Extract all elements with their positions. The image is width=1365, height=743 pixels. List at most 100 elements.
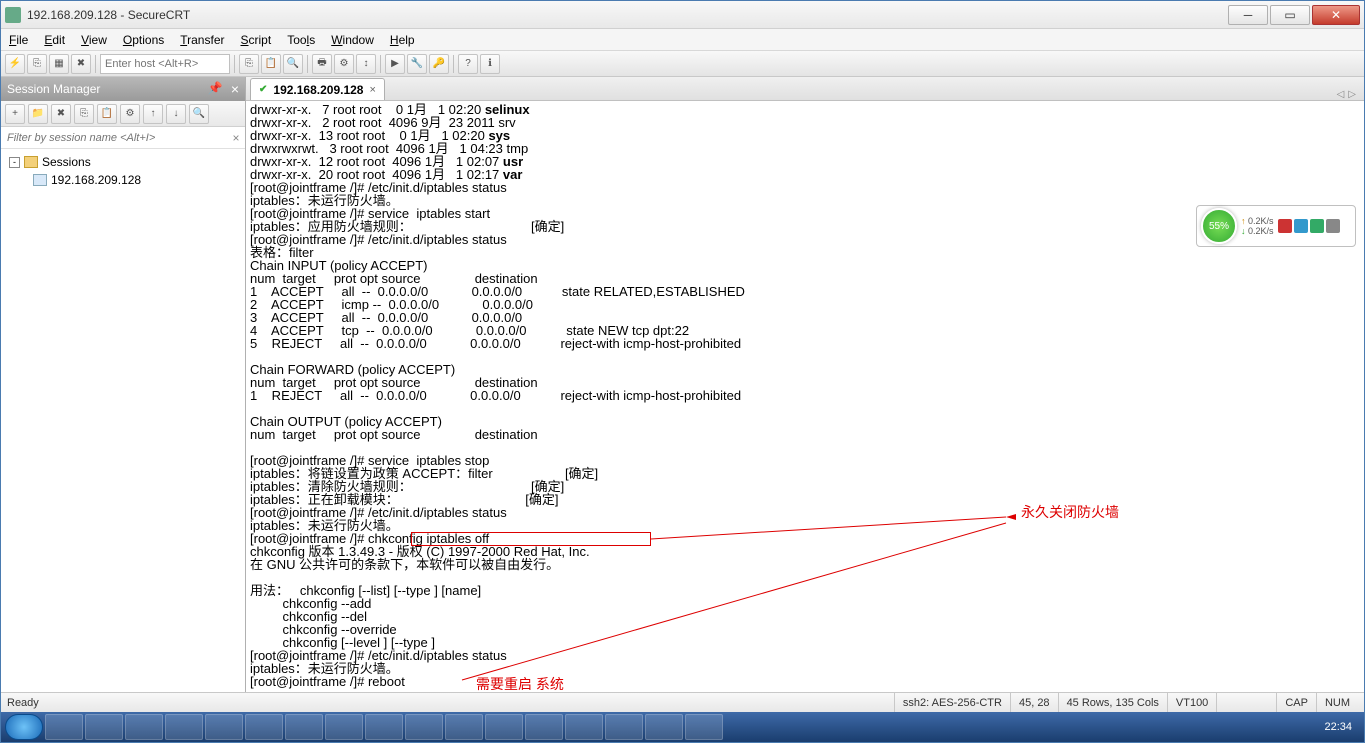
find-session-icon[interactable]: 🔍 — [189, 104, 209, 124]
tree-root[interactable]: - Sessions — [5, 153, 241, 171]
session-filter: × — [1, 127, 245, 149]
toolbar-disconnect-icon[interactable]: ✖ — [71, 54, 91, 74]
body: Session Manager 📌 × + 📁 ✖ ⎘ 📋 ⚙ ↑ ↓ 🔍 × — [1, 77, 1364, 692]
tab-next-icon[interactable]: ▷ — [1348, 89, 1356, 100]
toolbar-transfer-icon[interactable]: ↕ — [356, 54, 376, 74]
panel-close-icon[interactable]: × — [231, 81, 239, 97]
speed-stats: 0.2K/s 0.2K/s — [1241, 216, 1274, 236]
taskbar-app-4[interactable] — [165, 714, 203, 740]
tray-time: 22:34 — [1324, 721, 1352, 733]
filter-input[interactable] — [1, 132, 227, 144]
taskbar-app-16[interactable] — [645, 714, 683, 740]
tab-close-icon[interactable]: × — [369, 84, 375, 96]
widget-red-icon[interactable] — [1278, 219, 1292, 233]
widget-green-icon[interactable] — [1310, 219, 1324, 233]
taskbar-app-5[interactable] — [205, 714, 243, 740]
taskbar-app-10[interactable] — [405, 714, 443, 740]
tab-prev-icon[interactable]: ◁ — [1337, 89, 1345, 100]
menu-file[interactable]: File — [9, 33, 28, 47]
taskbar-app-6[interactable] — [245, 714, 283, 740]
toolbar-connect-icon[interactable]: ⚡ — [5, 54, 25, 74]
minimize-button[interactable]: ─ — [1228, 5, 1268, 25]
widget-gray-icon[interactable] — [1326, 219, 1340, 233]
toolbar-find-icon[interactable]: 🔍 — [283, 54, 303, 74]
session-manager-header: Session Manager 📌 × — [1, 77, 245, 101]
statusbar: Ready ssh2: AES-256-CTR 45, 28 45 Rows, … — [1, 692, 1364, 712]
up-icon[interactable]: ↑ — [143, 104, 163, 124]
widget-icons — [1278, 219, 1340, 233]
new-session-icon[interactable]: + — [5, 104, 25, 124]
toolbar-script-icon[interactable]: ▶ — [385, 54, 405, 74]
terminal-line: 在 GNU 公共许可的条款下，本软件可以被自由发行。 — [250, 558, 1360, 571]
terminal-line: 用法： chkconfig [--list] [--type ] [name] — [250, 584, 1360, 597]
toolbar-quick-icon[interactable]: ⎘ — [27, 54, 47, 74]
clear-filter-icon[interactable]: × — [227, 131, 245, 145]
menu-window[interactable]: Window — [331, 33, 374, 47]
toolbar-help-icon[interactable]: ? — [458, 54, 478, 74]
menu-help[interactable]: Help — [390, 33, 415, 47]
toolbar-tools-icon[interactable]: 🔧 — [407, 54, 427, 74]
toolbar-key-icon[interactable]: 🔑 — [429, 54, 449, 74]
taskbar-app-17[interactable] — [685, 714, 723, 740]
menu-script[interactable]: Script — [241, 33, 272, 47]
delete-icon[interactable]: ✖ — [51, 104, 71, 124]
taskbar-app-15[interactable] — [605, 714, 643, 740]
terminal[interactable]: drwxr-xr-x. 7 root root 0 1月 1 02:20 sel… — [246, 101, 1364, 692]
down-icon[interactable]: ↓ — [166, 104, 186, 124]
menu-edit[interactable]: Edit — [44, 33, 65, 47]
toolbar: ⚡ ⎘ ▦ ✖ ⎘ 📋 🔍 🖶 ⚙ ↕ ▶ 🔧 🔑 ? ℹ — [1, 51, 1364, 77]
taskbar-app-9[interactable] — [365, 714, 403, 740]
terminal-line: num target prot opt source destination — [250, 428, 1360, 441]
taskbar-app-3[interactable] — [125, 714, 163, 740]
widget-blue-icon[interactable] — [1294, 219, 1308, 233]
tree-root-label: Sessions — [42, 155, 91, 169]
status-cap: CAP — [1276, 693, 1316, 712]
window-buttons: ─ ▭ ✕ — [1226, 5, 1360, 25]
start-button[interactable] — [5, 714, 43, 740]
pin-icon[interactable]: 📌 — [208, 81, 223, 97]
taskbar-app-1[interactable] — [45, 714, 83, 740]
system-tray[interactable]: 22:34 — [1324, 721, 1360, 733]
folder-icon — [24, 156, 38, 168]
menu-options[interactable]: Options — [123, 33, 164, 47]
close-button[interactable]: ✕ — [1312, 5, 1360, 25]
terminal-line: iptables：未运行防火墙。 — [250, 662, 1360, 675]
status-blank — [1216, 693, 1276, 712]
paste-session-icon[interactable]: 📋 — [97, 104, 117, 124]
terminal-line: [root@jointframe /]# /etc/init.d/iptable… — [250, 649, 1360, 662]
speed-dn: 0.2K/s — [1241, 226, 1274, 236]
taskbar-app-2[interactable] — [85, 714, 123, 740]
tree-session-label: 192.168.209.128 — [51, 173, 141, 187]
app-window: 192.168.209.128 - SecureCRT ─ ▭ ✕ File E… — [0, 0, 1365, 743]
taskbar-app-13[interactable] — [525, 714, 563, 740]
taskbar-app-7[interactable] — [285, 714, 323, 740]
new-folder-icon[interactable]: 📁 — [28, 104, 48, 124]
toolbar-sep — [307, 55, 308, 73]
tab-session[interactable]: ✔ 192.168.209.128 × — [250, 78, 385, 100]
session-icon — [33, 174, 47, 186]
menu-view[interactable]: View — [81, 33, 107, 47]
maximize-button[interactable]: ▭ — [1270, 5, 1310, 25]
properties-icon[interactable]: ⚙ — [120, 104, 140, 124]
toolbar-print-icon[interactable]: 🖶 — [312, 54, 332, 74]
status-conn: ssh2: AES-256-CTR — [894, 693, 1010, 712]
copy-session-icon[interactable]: ⎘ — [74, 104, 94, 124]
tabbar: ✔ 192.168.209.128 × ◁ ▷ — [246, 77, 1364, 101]
taskbar-app-14[interactable] — [565, 714, 603, 740]
tree-session[interactable]: 192.168.209.128 — [5, 171, 241, 189]
toolbar-about-icon[interactable]: ℹ — [480, 54, 500, 74]
taskbar-app-11[interactable] — [445, 714, 483, 740]
toolbar-copy-icon[interactable]: ⎘ — [239, 54, 259, 74]
host-input[interactable] — [100, 54, 230, 74]
network-widget[interactable]: 55% 0.2K/s 0.2K/s — [1196, 205, 1356, 247]
toolbar-paste-icon[interactable]: 📋 — [261, 54, 281, 74]
toolbar-session-icon[interactable]: ▦ — [49, 54, 69, 74]
collapse-icon[interactable]: - — [9, 157, 20, 168]
taskbar-app-8[interactable] — [325, 714, 363, 740]
terminal-line: [root@jointframe /]# /etc/init.d/iptable… — [250, 181, 1360, 194]
menu-transfer[interactable]: Transfer — [180, 33, 224, 47]
toolbar-sep — [380, 55, 381, 73]
menu-tools[interactable]: Tools — [287, 33, 315, 47]
toolbar-options-icon[interactable]: ⚙ — [334, 54, 354, 74]
taskbar-app-12[interactable] — [485, 714, 523, 740]
